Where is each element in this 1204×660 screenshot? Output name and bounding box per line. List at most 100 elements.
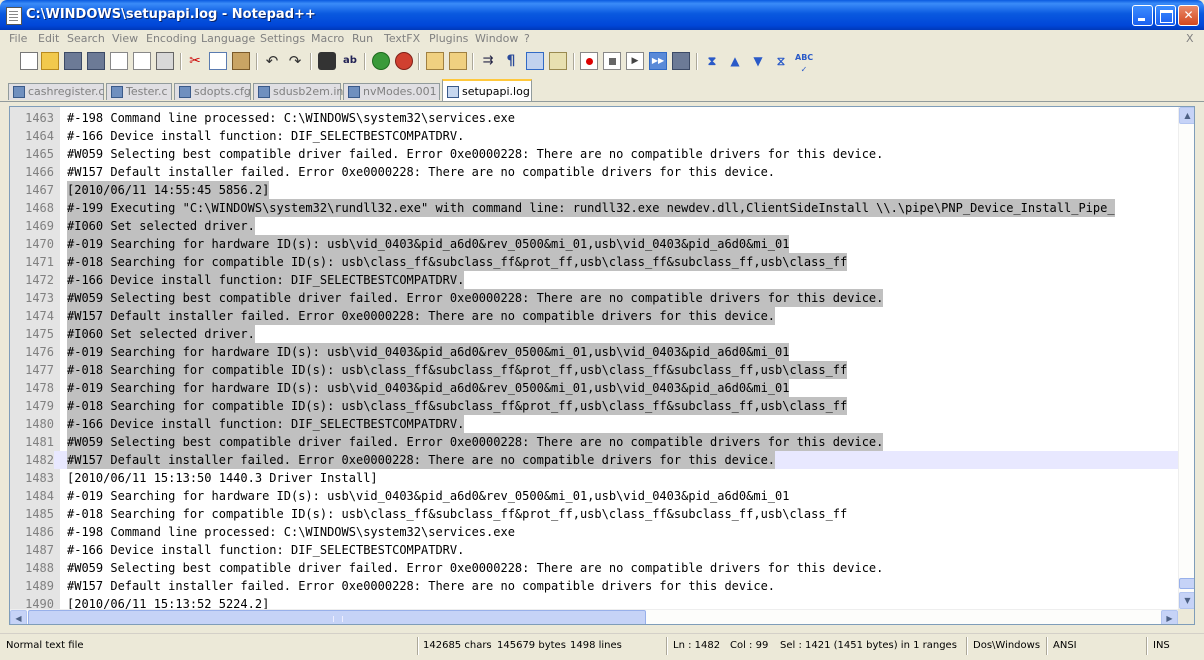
status-eol-format[interactable]: Dos\Windows bbox=[973, 640, 1040, 651]
editor-line[interactable]: 1482 #W157 Default installer failed. Erro… bbox=[10, 451, 1178, 469]
editor-line[interactable]: 1484 #-019 Searching for hardware ID(s): … bbox=[10, 487, 1178, 505]
line-text[interactable]: #-166 Device install function: DIF_SELEC… bbox=[67, 541, 464, 559]
editor-line[interactable]: 1469 #I060 Set selected driver. bbox=[10, 217, 1178, 235]
editor-line[interactable]: 1480 #-166 Device install function: DIF_S… bbox=[10, 415, 1178, 433]
line-text[interactable]: [2010/06/11 14:55:45 5856.2] bbox=[67, 181, 270, 199]
editor-line[interactable]: 1470 #-019 Searching for hardware ID(s): … bbox=[10, 235, 1178, 253]
notepad-app-icon[interactable] bbox=[6, 7, 22, 25]
record-macro-icon[interactable] bbox=[580, 52, 598, 70]
editor-line[interactable]: 1477 #-018 Searching for compatible ID(s)… bbox=[10, 361, 1178, 379]
close-window-button[interactable]: ✕ bbox=[1178, 5, 1199, 26]
editor-line[interactable]: 1465 #W059 Selecting best compatible driv… bbox=[10, 145, 1178, 163]
line-text[interactable]: #-199 Executing "C:\WINDOWS\system32\run… bbox=[67, 199, 1115, 217]
line-text[interactable]: #-198 Command line processed: C:\WINDOWS… bbox=[67, 109, 515, 127]
find-icon[interactable] bbox=[318, 52, 336, 70]
tab-setupapi-log[interactable]: setupapi.log bbox=[442, 79, 532, 101]
editor-line[interactable]: 1479 #-018 Searching for compatible ID(s)… bbox=[10, 397, 1178, 415]
vertical-scrollbar[interactable]: ▲ ▼ bbox=[1178, 107, 1194, 609]
editor-line[interactable]: 1483 [2010/06/11 15:13:50 1440.3 Driver I… bbox=[10, 469, 1178, 487]
scroll-left-button[interactable]: ◀ bbox=[10, 610, 27, 624]
editor-line[interactable]: 1463 #-198 Command line processed: C:\WIN… bbox=[10, 109, 1178, 127]
menu-encoding[interactable]: Encoding bbox=[146, 32, 197, 45]
scroll-down-button[interactable]: ▼ bbox=[1179, 592, 1194, 609]
line-text[interactable]: #-019 Searching for hardware ID(s): usb\… bbox=[67, 343, 790, 361]
copy-icon[interactable] bbox=[209, 52, 227, 70]
line-text[interactable]: #-198 Command line processed: C:\WINDOWS… bbox=[67, 523, 515, 541]
menu-language[interactable]: Language bbox=[201, 32, 255, 45]
status-encoding[interactable]: ANSI bbox=[1053, 640, 1077, 651]
editor-line[interactable]: 1485 #-018 Searching for compatible ID(s)… bbox=[10, 505, 1178, 523]
textfx-collapse-icon[interactable]: ⧗ bbox=[703, 52, 721, 70]
zoom-out-icon[interactable] bbox=[395, 52, 413, 70]
line-text[interactable]: #-019 Searching for hardware ID(s): usb\… bbox=[67, 235, 790, 253]
tab-sdopts-cfg[interactable]: sdopts.cfg bbox=[174, 83, 251, 100]
menu-macro[interactable]: Macro bbox=[311, 32, 344, 45]
close-icon[interactable] bbox=[110, 52, 128, 70]
editor-line[interactable]: 1489 #W157 Default installer failed. Erro… bbox=[10, 577, 1178, 595]
line-text[interactable]: #I060 Set selected driver. bbox=[67, 325, 255, 343]
minimize-button[interactable] bbox=[1132, 5, 1153, 26]
new-file-icon[interactable] bbox=[20, 52, 38, 70]
paste-icon[interactable] bbox=[232, 52, 250, 70]
show-all-chars-icon[interactable]: ¶ bbox=[502, 52, 520, 70]
save-icon[interactable] bbox=[64, 52, 82, 70]
line-text[interactable]: #-018 Searching for compatible ID(s): us… bbox=[67, 361, 848, 379]
vertical-scroll-thumb[interactable] bbox=[1179, 578, 1194, 589]
sync-vertical-icon[interactable] bbox=[426, 52, 444, 70]
line-text[interactable]: #W059 Selecting best compatible driver f… bbox=[67, 289, 884, 307]
menu-edit[interactable]: Edit bbox=[38, 32, 59, 45]
sync-horizontal-icon[interactable] bbox=[449, 52, 467, 70]
title-bar[interactable]: C:\WINDOWS\setupapi.log - Notepad++ ✕ bbox=[0, 0, 1204, 30]
menu-help[interactable]: ? bbox=[524, 32, 530, 45]
editor-line[interactable]: 1466 #W157 Default installer failed. Erro… bbox=[10, 163, 1178, 181]
horizontal-scrollbar[interactable]: ◀ ▶ bbox=[10, 609, 1178, 624]
textfx-down-icon[interactable]: ▼ bbox=[749, 52, 767, 70]
line-text[interactable]: #-166 Device install function: DIF_SELEC… bbox=[67, 271, 465, 289]
editor-line[interactable]: 1475 #I060 Set selected driver. bbox=[10, 325, 1178, 343]
line-text[interactable]: #W157 Default installer failed. Error 0x… bbox=[67, 163, 775, 181]
status-insert-mode[interactable]: INS bbox=[1153, 640, 1170, 651]
editor-line[interactable]: 1488 #W059 Selecting best compatible driv… bbox=[10, 559, 1178, 577]
text-editor[interactable]: 1463 #-198 Command line processed: C:\WIN… bbox=[9, 106, 1195, 625]
editor-line[interactable]: 1464 #-166 Device install function: DIF_S… bbox=[10, 127, 1178, 145]
line-text[interactable]: #I060 Set selected driver. bbox=[67, 217, 255, 235]
editor-line[interactable]: 1476 #-019 Searching for hardware ID(s): … bbox=[10, 343, 1178, 361]
word-wrap-icon[interactable]: ⇉ bbox=[479, 52, 497, 70]
textfx-trim-icon[interactable]: ⧖ bbox=[772, 52, 790, 70]
line-text[interactable]: #-166 Device install function: DIF_SELEC… bbox=[67, 415, 465, 433]
line-text[interactable]: #W059 Selecting best compatible driver f… bbox=[67, 559, 883, 577]
replace-icon[interactable]: ab bbox=[341, 52, 359, 70]
menu-file[interactable]: File bbox=[9, 32, 27, 45]
textfx-up-icon[interactable]: ▲ bbox=[726, 52, 744, 70]
run-macro-multiple-icon[interactable]: ▶▶ bbox=[649, 52, 667, 70]
menu-view[interactable]: View bbox=[112, 32, 138, 45]
editor-line[interactable]: 1474 #W157 Default installer failed. Erro… bbox=[10, 307, 1178, 325]
line-text[interactable]: #-018 Searching for compatible ID(s): us… bbox=[67, 397, 848, 415]
line-text[interactable]: #W157 Default installer failed. Error 0x… bbox=[67, 307, 776, 325]
tab-tester-c[interactable]: Tester.c bbox=[106, 83, 172, 100]
line-text[interactable]: #W157 Default installer failed. Error 0x… bbox=[67, 451, 776, 469]
tab-cashregister-c[interactable]: cashregister.c bbox=[8, 83, 104, 100]
menu-settings[interactable]: Settings bbox=[260, 32, 305, 45]
line-text[interactable]: #W157 Default installer failed. Error 0x… bbox=[67, 577, 775, 595]
line-text[interactable]: #-019 Searching for hardware ID(s): usb\… bbox=[67, 379, 790, 397]
editor-line[interactable]: 1481 #W059 Selecting best compatible driv… bbox=[10, 433, 1178, 451]
menu-textfx[interactable]: TextFX bbox=[384, 32, 420, 45]
line-text[interactable]: #-019 Searching for hardware ID(s): usb\… bbox=[67, 487, 789, 505]
line-text[interactable]: #-166 Device install function: DIF_SELEC… bbox=[67, 127, 464, 145]
editor-line[interactable]: 1478 #-019 Searching for hardware ID(s): … bbox=[10, 379, 1178, 397]
tab-sdusb2em-inf[interactable]: sdusb2em.inf bbox=[253, 83, 347, 100]
line-text[interactable]: #W059 Selecting best compatible driver f… bbox=[67, 433, 884, 451]
zoom-in-icon[interactable] bbox=[372, 52, 390, 70]
stop-record-icon[interactable] bbox=[603, 52, 621, 70]
undo-icon[interactable]: ↶ bbox=[263, 52, 281, 70]
indent-guide-icon[interactable] bbox=[526, 52, 544, 70]
redo-icon[interactable]: ↷ bbox=[286, 52, 304, 70]
line-text[interactable]: [2010/06/11 15:13:50 1440.3 Driver Insta… bbox=[67, 469, 378, 487]
close-document-x[interactable]: X bbox=[1186, 32, 1194, 45]
editor-line[interactable]: 1468 #-199 Executing "C:\WINDOWS\system32… bbox=[10, 199, 1178, 217]
tab-nvmodes-001[interactable]: nvModes.001 bbox=[343, 83, 440, 100]
spell-check-icon[interactable]: ABC ✓ bbox=[795, 52, 813, 74]
maximize-button[interactable] bbox=[1155, 5, 1176, 26]
line-text[interactable]: #W059 Selecting best compatible driver f… bbox=[67, 145, 883, 163]
